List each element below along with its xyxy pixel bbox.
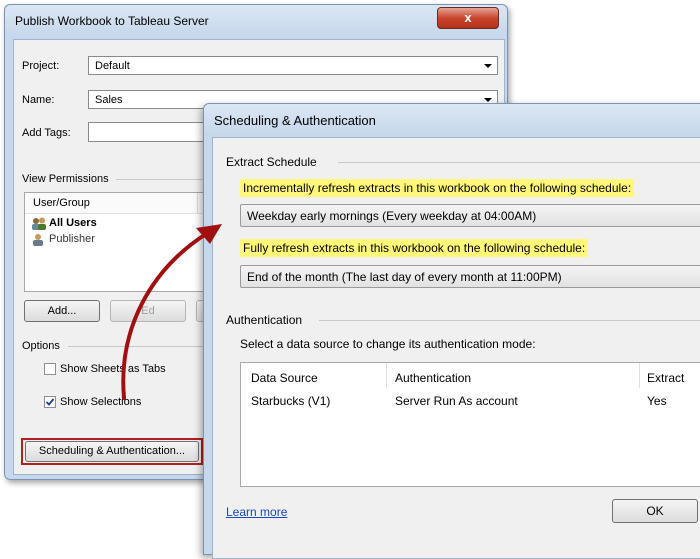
incremental-label: Incrementally refresh extracts in this w… (240, 179, 635, 197)
full-refresh-label: Fully refresh extracts in this workbook … (240, 239, 589, 257)
chevron-down-icon (484, 98, 492, 102)
name-label: Name: (22, 94, 55, 106)
project-value: Default (95, 60, 130, 72)
edit-button[interactable]: Ed (110, 300, 186, 322)
scheduling-authentication-button[interactable]: Scheduling & Authentication... (25, 441, 199, 462)
full-schedule-select[interactable]: End of the month (The last day of every … (240, 265, 700, 288)
scheduling-dialog: Scheduling & Authentication Extract Sche… (203, 103, 700, 559)
users-group-icon (31, 217, 47, 233)
close-button[interactable]: x (437, 7, 499, 29)
group-divider (68, 346, 208, 347)
show-selections-checkbox[interactable] (44, 396, 56, 408)
datasource-table: Data Source Authentication Extract Starb… (240, 362, 700, 487)
extract-schedule-label: Extract Schedule (226, 155, 317, 169)
name-value: Sales (95, 94, 123, 106)
full-schedule-value: End of the month (The last day of every … (247, 270, 562, 284)
scheduling-dialog-body: Extract Schedule Incrementally refresh e… (212, 137, 700, 559)
user-name: All Users (49, 217, 97, 229)
project-select[interactable]: Default (88, 56, 498, 75)
group-divider (319, 320, 700, 321)
close-icon: x (464, 10, 472, 25)
view-permissions-label: View Permissions (22, 173, 109, 185)
row-auth: Server Run As account (395, 394, 518, 408)
ok-button[interactable]: OK (612, 499, 698, 523)
user-name: Publisher (49, 233, 95, 245)
row-source: Starbucks (V1) (251, 394, 331, 408)
chevron-down-icon (484, 64, 492, 68)
authentication-label: Authentication (226, 313, 303, 327)
col-separator (197, 193, 198, 213)
auth-instruction: Select a data source to change its authe… (240, 337, 536, 351)
show-sheets-checkbox[interactable] (44, 363, 56, 375)
add-button[interactable]: Add... (24, 300, 100, 322)
user-icon (32, 233, 44, 249)
learn-more-link[interactable]: Learn more (226, 505, 287, 519)
col-user-group: User/Group (33, 197, 90, 209)
show-sheets-label: Show Sheets as Tabs (60, 363, 166, 375)
project-label: Project: (22, 60, 60, 72)
incremental-schedule-select[interactable]: Weekday early mornings (Every weekday at… (240, 204, 700, 227)
row-extract: Yes (647, 394, 667, 408)
publish-dialog-title: Publish Workbook to Tableau Server (15, 14, 209, 28)
check-icon (45, 398, 55, 406)
options-label: Options (22, 340, 60, 352)
table-row[interactable]: Starbucks (V1) Server Run As account Yes (241, 363, 700, 413)
group-divider (338, 162, 700, 163)
incremental-schedule-value: Weekday early mornings (Every weekday at… (247, 209, 537, 223)
scheduling-dialog-title: Scheduling & Authentication (214, 113, 376, 128)
show-selections-label: Show Selections (60, 396, 142, 408)
tags-label: Add Tags: (22, 127, 71, 139)
